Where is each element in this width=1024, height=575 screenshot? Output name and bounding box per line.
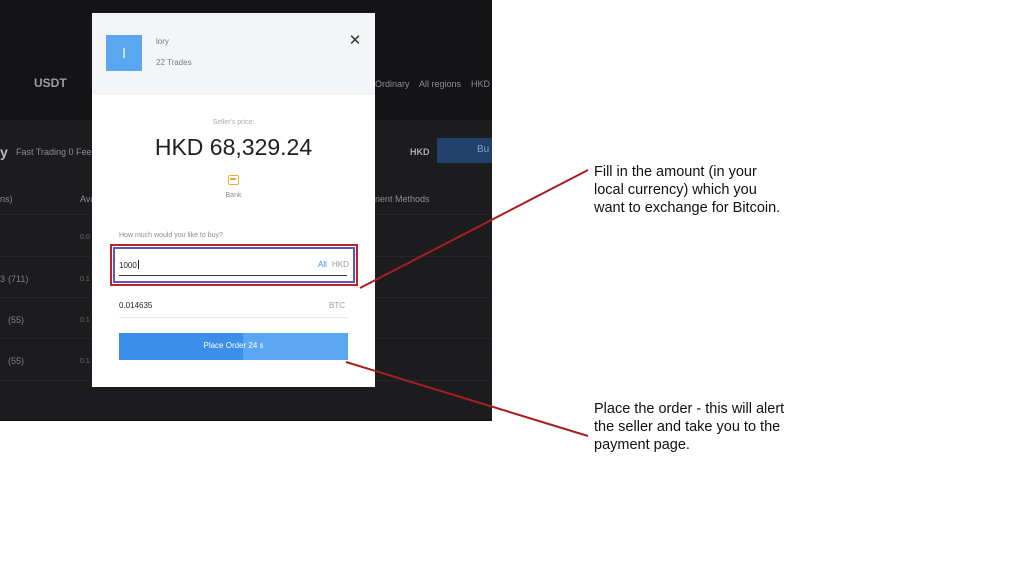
amount-annotation: Fill in the amount (in your local curren… (594, 164, 781, 216)
amount-connector-line (359, 169, 589, 289)
order-connector-line (345, 361, 589, 437)
order-annotation: Place the order - this will alert the se… (594, 401, 785, 453)
annotation-lines (345, 169, 589, 437)
